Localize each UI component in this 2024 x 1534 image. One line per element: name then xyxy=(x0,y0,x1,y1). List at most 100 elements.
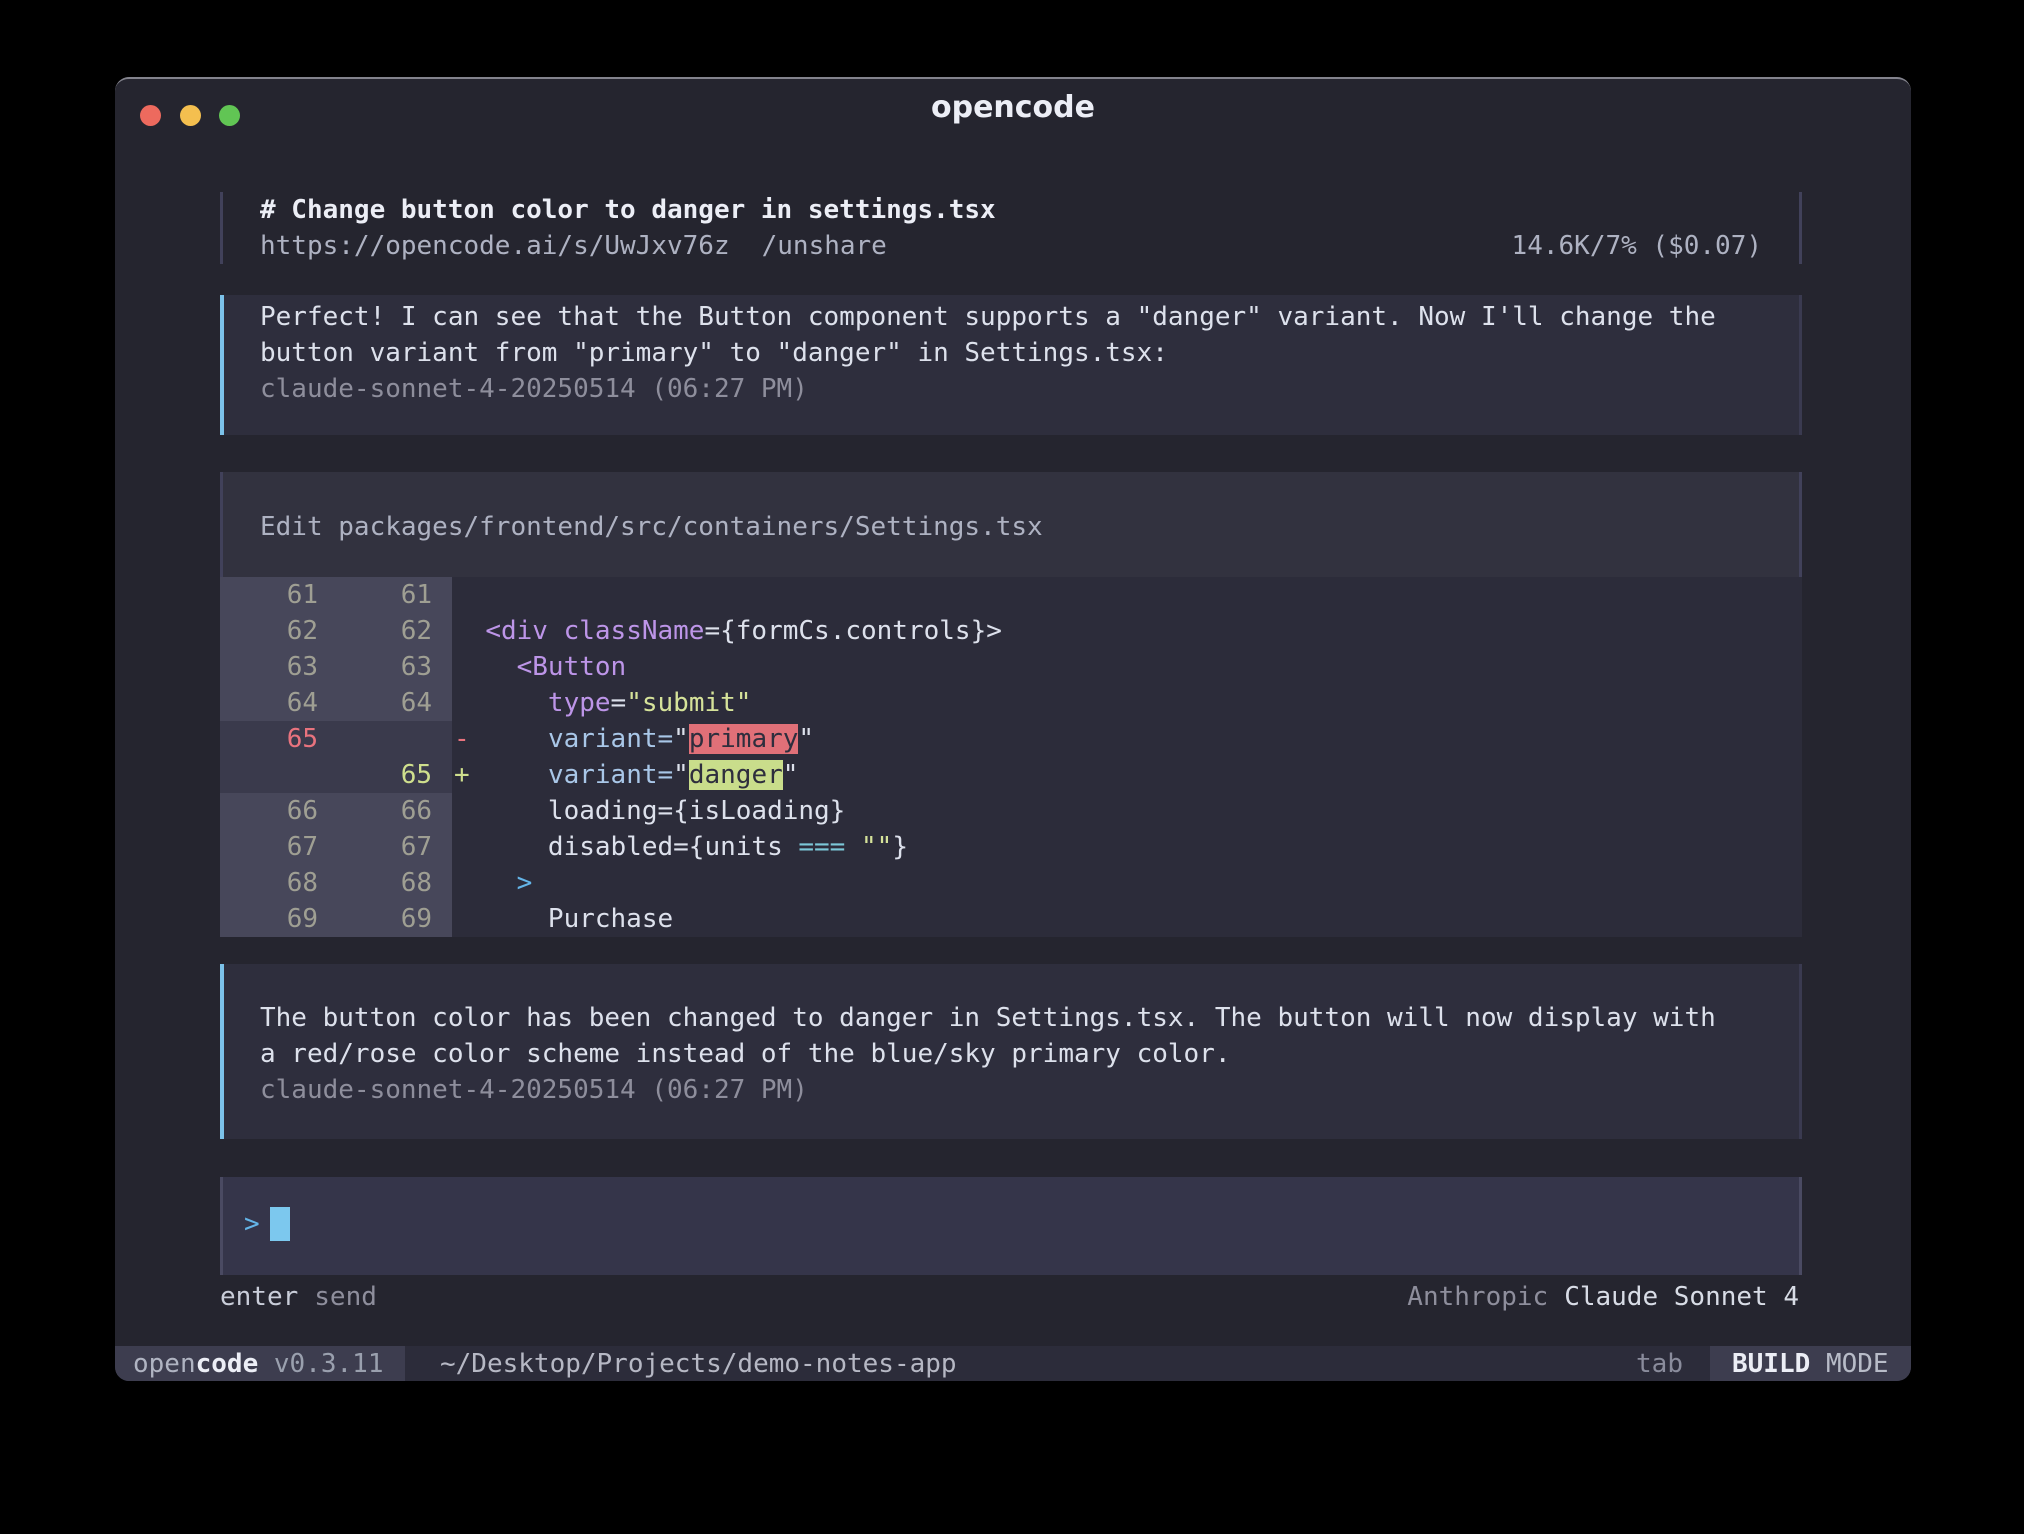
diff-code-line: <div className={formCs.controls}> xyxy=(452,613,1802,649)
diff-row: 6262 <div className={formCs.controls}> xyxy=(220,613,1802,649)
diff-new-line-number: 67 xyxy=(332,829,452,865)
diff-new-line-number xyxy=(332,721,452,757)
share-url[interactable]: https://opencode.ai/s/UwJxv76z xyxy=(260,231,730,261)
message-right-bar xyxy=(1799,295,1802,435)
diff-view: 61616262 <div className={formCs.controls… xyxy=(220,577,1802,937)
diff-old-line-number: 63 xyxy=(220,649,332,685)
diff-row: 6969 Purchase xyxy=(220,901,1802,937)
diff-new-line-number: 65 xyxy=(332,757,452,793)
send-hint: enter send xyxy=(220,1279,377,1315)
diff-old-line-number: 65 xyxy=(220,721,332,757)
message-text-line: a red/rose color scheme instead of the b… xyxy=(260,1036,1762,1072)
window-title: opencode xyxy=(115,79,1911,137)
message-text-line: button variant from "primary" to "danger… xyxy=(260,335,1762,371)
code-token: disabled={units xyxy=(454,832,798,862)
code-token: = xyxy=(611,688,627,718)
diff-old-line-number: 61 xyxy=(220,577,332,613)
code-token: + xyxy=(454,760,470,790)
message-model-meta: claude-sonnet-4-20250514 (06:27 PM) xyxy=(260,1072,1762,1108)
code-token: loading={isLoading} xyxy=(454,796,845,826)
send-action-label: send xyxy=(314,1282,377,1312)
enter-key-hint: enter xyxy=(220,1282,298,1312)
code-token: <div className xyxy=(485,616,704,646)
diff-new-line-number: 64 xyxy=(332,685,452,721)
code-token: primary xyxy=(689,724,799,754)
unshare-command: /unshare xyxy=(762,231,887,261)
mode-suffix: MODE xyxy=(1826,1349,1889,1379)
code-token: "submit" xyxy=(626,688,751,718)
prompt-input[interactable]: > xyxy=(220,1177,1802,1275)
diff-new-line-number: 62 xyxy=(332,613,452,649)
code-token: " xyxy=(673,724,689,754)
message-model-meta: claude-sonnet-4-20250514 (06:27 PM) xyxy=(260,371,1762,407)
diff-old-line-number: 66 xyxy=(220,793,332,829)
app-name-open: open xyxy=(133,1349,196,1379)
diff-old-line-number xyxy=(220,757,332,793)
diff-code-line xyxy=(452,577,1802,613)
code-token: } xyxy=(892,832,908,862)
code-token xyxy=(470,760,548,790)
diff-new-line-number: 68 xyxy=(332,865,452,901)
message-text-line: The button color has been changed to dan… xyxy=(260,1000,1762,1036)
code-token xyxy=(845,832,861,862)
model-indicator: Anthropic Claude Sonnet 4 xyxy=(1407,1279,1799,1315)
code-token: variant= xyxy=(548,724,673,754)
code-token: " xyxy=(673,760,689,790)
prompt-chevron: > xyxy=(244,1206,260,1242)
diff-code-line: + variant="danger" xyxy=(452,757,1802,793)
token-usage: 14.6K/7% ($0.07) xyxy=(1512,228,1762,264)
model-label: Claude Sonnet 4 xyxy=(1564,1282,1799,1312)
diff-code-line: loading={isLoading} xyxy=(452,793,1802,829)
code-token: - xyxy=(454,724,470,754)
mode-segment[interactable]: BUILD MODE xyxy=(1710,1346,1911,1381)
code-token: " xyxy=(798,724,814,754)
diff-code-line: type="submit" xyxy=(452,685,1802,721)
message-right-bar xyxy=(1799,964,1802,1139)
code-token: ={formCs.controls}> xyxy=(704,616,1001,646)
diff-new-line-number: 69 xyxy=(332,901,452,937)
code-token xyxy=(454,868,517,898)
app-name-code: code xyxy=(196,1349,259,1379)
code-token xyxy=(454,616,485,646)
assistant-message: Perfect! I can see that the Button compo… xyxy=(220,295,1802,435)
text-cursor xyxy=(270,1207,290,1241)
hint-bar: enter send Anthropic Claude Sonnet 4 xyxy=(220,1279,1802,1315)
diff-old-line-number: 62 xyxy=(220,613,332,649)
assistant-message: The button color has been changed to dan… xyxy=(220,964,1802,1139)
code-token: variant= xyxy=(548,760,673,790)
code-token xyxy=(454,652,517,682)
session-title: # Change button color to danger in setti… xyxy=(260,192,1762,228)
right-border-bar xyxy=(1799,1177,1802,1275)
provider-label: Anthropic xyxy=(1407,1282,1548,1312)
diff-row: 6363 <Button xyxy=(220,649,1802,685)
code-token: > xyxy=(517,868,533,898)
code-token: <Button xyxy=(517,652,627,682)
diff-row: 65+ variant="danger" xyxy=(220,757,1802,793)
session-header: # Change button color to danger in setti… xyxy=(220,192,1802,264)
diff-code-line: disabled={units === ""} xyxy=(452,829,1802,865)
code-token: Purchase xyxy=(454,904,673,934)
diff-row: 6161 xyxy=(220,577,1802,613)
diff-code-line: <Button xyxy=(452,649,1802,685)
edit-file-header: Edit packages/frontend/src/containers/Se… xyxy=(260,509,1043,545)
left-border-bar xyxy=(220,1177,223,1275)
diff-code-line: Purchase xyxy=(452,901,1802,937)
code-token: " xyxy=(783,760,799,790)
left-border-bar xyxy=(220,192,223,264)
edit-tool-block: Edit packages/frontend/src/containers/Se… xyxy=(220,472,1802,937)
app-version: v0.3.11 xyxy=(274,1349,384,1379)
mode-name: BUILD xyxy=(1732,1349,1810,1379)
diff-old-line-number: 68 xyxy=(220,865,332,901)
title-bar: opencode xyxy=(115,79,1911,137)
code-token: === xyxy=(798,832,845,862)
diff-row: 6767 disabled={units === ""} xyxy=(220,829,1802,865)
diff-code-line: > xyxy=(452,865,1802,901)
diff-row: 6666 loading={isLoading} xyxy=(220,793,1802,829)
diff-new-line-number: 63 xyxy=(332,649,452,685)
status-bar: opencode v0.3.11 ~/Desktop/Projects/demo… xyxy=(115,1346,1911,1381)
diff-row: 65- variant="primary" xyxy=(220,721,1802,757)
diff-old-line-number: 67 xyxy=(220,829,332,865)
tab-key-hint[interactable]: tab xyxy=(1636,1346,1683,1381)
diff-new-line-number: 61 xyxy=(332,577,452,613)
code-token: "" xyxy=(861,832,892,862)
